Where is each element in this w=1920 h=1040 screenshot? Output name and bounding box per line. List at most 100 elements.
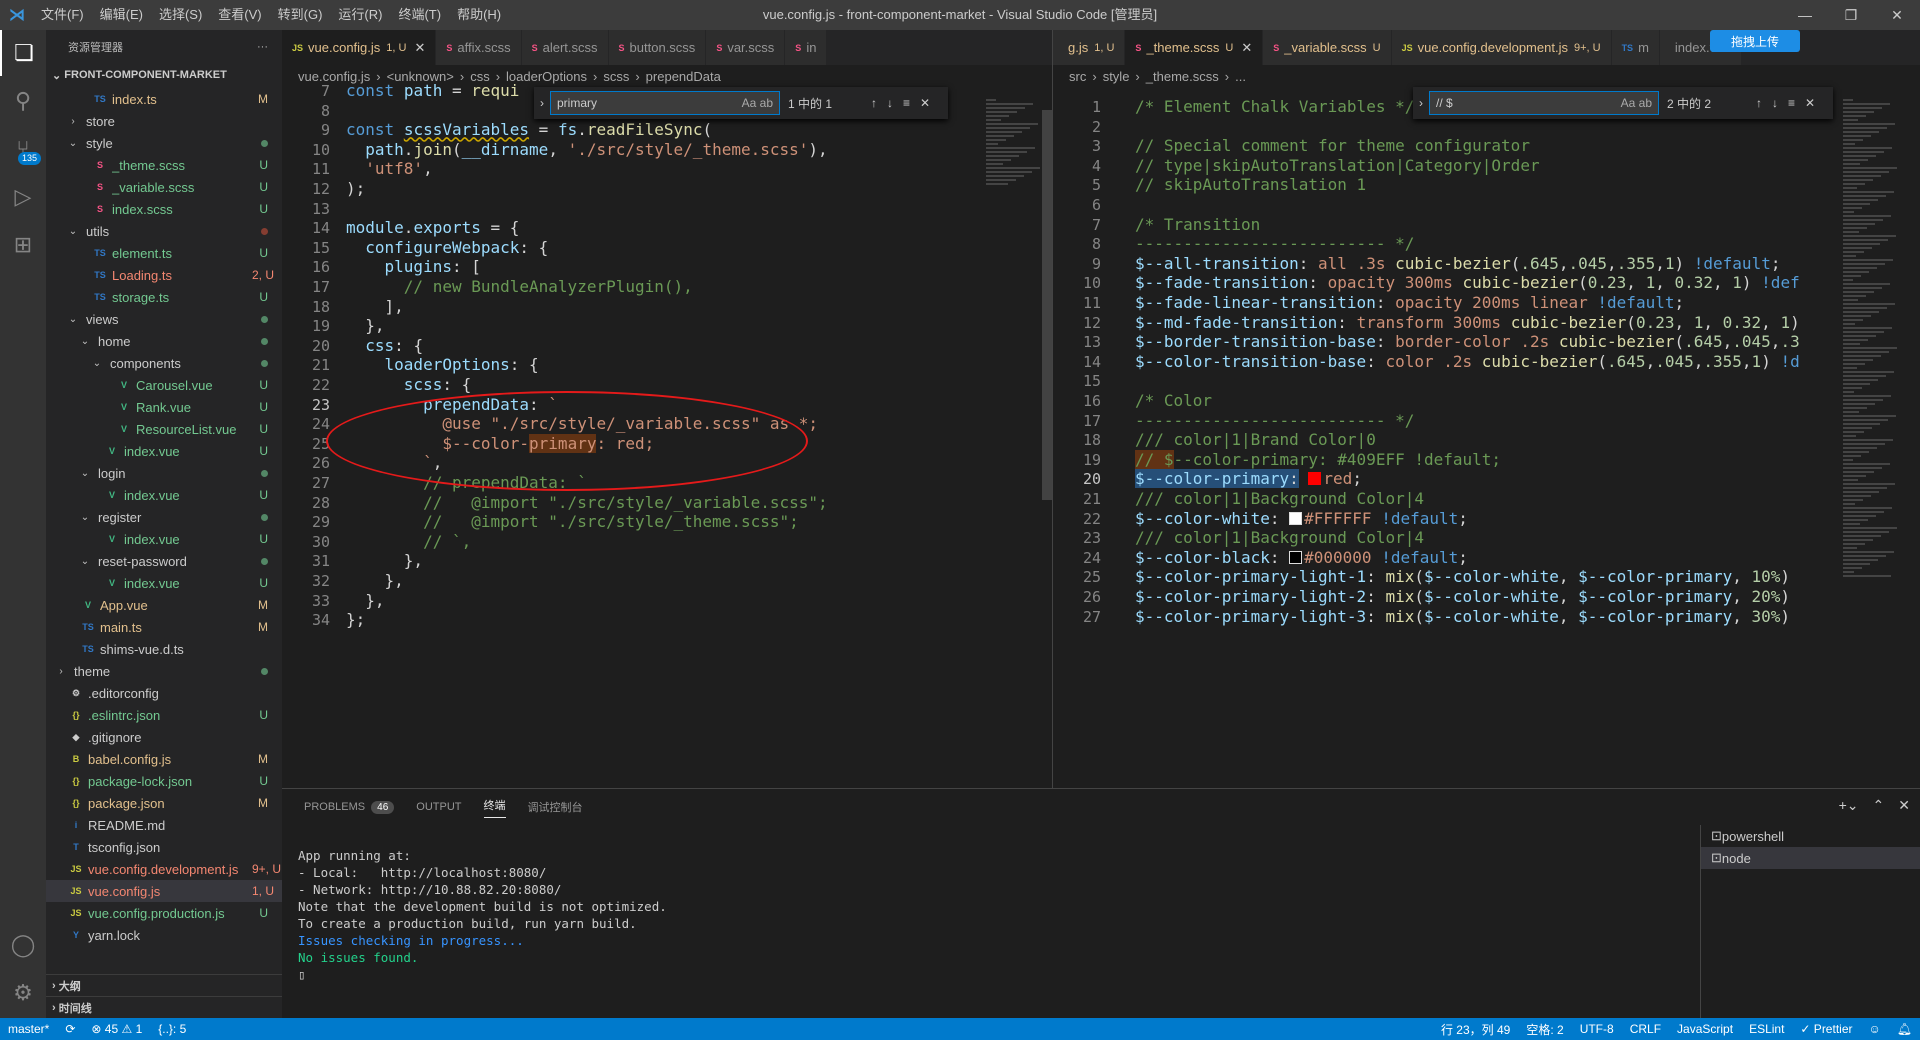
explorer-icon[interactable]: ❏ <box>0 30 46 76</box>
terminal-output[interactable]: App running at: - Local: http://localhost… <box>298 847 667 983</box>
encoding-status[interactable]: UTF-8 <box>1572 1022 1622 1036</box>
editor-tab[interactable]: Sbutton.scss <box>608 30 707 65</box>
file-tree-item[interactable]: ⌄ components <box>46 352 282 374</box>
file-tree-item[interactable]: Ttsconfig.json <box>46 836 282 858</box>
file-tree-item[interactable]: TS element.ts U <box>46 242 282 264</box>
outline-section[interactable]: › 大纲 <box>46 974 282 996</box>
terminal-instance[interactable]: ⊡ powershell <box>1701 825 1920 847</box>
file-tree-item[interactable]: TS Loading.ts 2, U <box>46 264 282 286</box>
left-scrollbar[interactable] <box>1042 110 1052 500</box>
breadcrumb-item[interactable]: _theme.scss <box>1146 69 1219 84</box>
braces-status[interactable]: {..}: 5 <box>150 1022 194 1036</box>
settings-gear-icon[interactable]: ⚙ <box>0 970 46 1016</box>
file-tree-item[interactable]: ⌄ style <box>46 132 282 154</box>
language-status[interactable]: JavaScript <box>1669 1022 1741 1036</box>
file-tree-item[interactable]: TS shims-vue.d.ts <box>46 638 282 660</box>
file-tree-item[interactable]: JS vue.config.js 1, U <box>46 880 282 902</box>
menu-item[interactable]: 选择(S) <box>152 0 209 30</box>
editor-tab[interactable]: JS vue.config.development.js 9+, U <box>1391 30 1612 65</box>
file-tree-item[interactable]: {} .eslintrc.json U <box>46 704 282 726</box>
editor-tab[interactable]: JS vue.config.js 1, U ✕ <box>282 30 437 65</box>
close-icon[interactable]: ✕ <box>1874 0 1920 30</box>
file-tree-item[interactable]: {} package-lock.json U <box>46 770 282 792</box>
file-tree-item[interactable]: i README.md <box>46 814 282 836</box>
menu-item[interactable]: 编辑(E) <box>93 0 150 30</box>
tab-close-icon[interactable]: ✕ <box>1241 40 1252 56</box>
editor-tab[interactable]: Salert.scss <box>521 30 609 65</box>
file-tree-item[interactable]: ⌄ home <box>46 330 282 352</box>
tab-output[interactable]: OUTPUT <box>416 801 461 813</box>
file-tree-item[interactable]: V Carousel.vue U <box>46 374 282 396</box>
breadcrumb-item[interactable]: prependData <box>646 69 721 84</box>
file-tree-item[interactable]: Vindex.vue U <box>46 528 282 550</box>
file-tree-item[interactable]: ⌄ views <box>46 308 282 330</box>
menu-item[interactable]: 文件(F) <box>34 0 91 30</box>
file-tree-item[interactable]: › theme <box>46 660 282 682</box>
menu-item[interactable]: 查看(V) <box>211 0 268 30</box>
menu-item[interactable]: 帮助(H) <box>450 0 508 30</box>
minimize-icon[interactable]: — <box>1782 0 1828 30</box>
workspace-root[interactable]: ⌄ FRONT-COMPONENT-MARKET <box>46 64 282 86</box>
search-icon[interactable]: ⚲ <box>0 78 46 124</box>
close-panel-icon[interactable]: ✕ <box>1898 797 1910 814</box>
file-tree-item[interactable]: ⌄ login <box>46 462 282 484</box>
file-tree-item[interactable]: V ResourceList.vue U <box>46 418 282 440</box>
tab-debug-console[interactable]: 调试控制台 <box>528 799 583 815</box>
file-tree-item[interactable]: ⚙ .editorconfig <box>46 682 282 704</box>
find-toggle-icon[interactable]: › <box>1419 96 1423 110</box>
file-tree-item[interactable]: V App.vue M <box>46 594 282 616</box>
prettier-status[interactable]: ✓ Prettier <box>1792 1022 1860 1036</box>
file-tree-item[interactable]: S _theme.scss U <box>46 154 282 176</box>
feedback-icon[interactable]: ☺ <box>1861 1022 1889 1036</box>
left-find-input[interactable]: primary Aa ab <box>550 91 780 115</box>
file-tree-item[interactable]: TS main.ts M <box>46 616 282 638</box>
right-code-area[interactable]: 1/* Element Chalk Variables */2 3// Speci… <box>1053 87 1920 788</box>
file-tree-item[interactable]: Vindex.vue U <box>46 484 282 506</box>
branch-status[interactable]: master* <box>0 1022 57 1036</box>
eol-status[interactable]: CRLF <box>1622 1022 1669 1036</box>
menu-item[interactable]: 运行(R) <box>331 0 389 30</box>
left-code-area[interactable]: 7 const path = requi 8 9 const scssVariables… <box>282 81 1052 788</box>
file-tree-item[interactable]: ⌄ reset-password <box>46 550 282 572</box>
file-tree-item[interactable]: Bbabel.config.js M <box>46 748 282 770</box>
menu-item[interactable]: 转到(G) <box>271 0 330 30</box>
breadcrumb-item[interactable]: src <box>1069 69 1086 84</box>
sync-icon[interactable]: ⟳ <box>57 1022 83 1036</box>
breadcrumb-item[interactable]: ... <box>1235 69 1246 84</box>
restore-icon[interactable]: ❐ <box>1828 0 1874 30</box>
notifications-icon[interactable]: 🔔︎ <box>1889 1022 1920 1036</box>
editor-tab[interactable]: S _theme.scss U ✕ <box>1125 30 1264 65</box>
run-debug-icon[interactable]: ▷ <box>0 174 46 220</box>
timeline-section[interactable]: › 时间线 <box>46 996 282 1018</box>
problems-status[interactable]: ⊗ 45 ⚠ 1 <box>83 1022 150 1036</box>
terminal-instance[interactable]: ⊡ node <box>1701 847 1920 869</box>
tab-problems[interactable]: PROBLEMS 46 <box>304 801 395 814</box>
find-nav-icons[interactable]: ↑↓≡✕ <box>1756 96 1825 110</box>
more-actions-icon[interactable]: ··· <box>257 41 268 53</box>
cursor-position[interactable]: 行 23，列 49 <box>1433 1021 1518 1038</box>
match-case-icon[interactable]: Aa ab <box>1621 96 1652 110</box>
file-tree-item[interactable]: {} package.json M <box>46 792 282 814</box>
right-minimap[interactable] <box>1839 87 1911 788</box>
file-tree-item[interactable]: Sindex.scss U <box>46 198 282 220</box>
new-terminal-icon[interactable]: +⌄ <box>1839 797 1859 814</box>
file-tree-item[interactable]: JS vue.config.production.js U <box>46 902 282 924</box>
file-tree-item[interactable]: ◆ .gitignore <box>46 726 282 748</box>
upload-button[interactable]: 拖拽上传 <box>1710 30 1800 52</box>
file-tree-item[interactable]: S _variable.scss U <box>46 176 282 198</box>
find-nav-icons[interactable]: ↑↓≡✕ <box>871 96 940 110</box>
file-tree-item[interactable]: TS storage.ts U <box>46 286 282 308</box>
file-tree-item[interactable]: V Rank.vue U <box>46 396 282 418</box>
editor-tab[interactable]: S _variable.scss U <box>1263 30 1392 65</box>
file-tree-item[interactable]: Yyarn.lock <box>46 924 282 946</box>
source-control-icon[interactable]: ⑂ 135 <box>0 126 46 172</box>
eslint-status[interactable]: ESLint <box>1741 1022 1792 1036</box>
left-minimap[interactable] <box>982 87 1040 788</box>
find-toggle-icon[interactable]: › <box>540 96 544 110</box>
account-icon[interactable]: ◯ <box>0 922 46 968</box>
editor-tab[interactable]: Sin <box>785 30 828 65</box>
editor-tab[interactable]: TS m <box>1611 30 1660 65</box>
file-tree-item[interactable]: TS index.ts M <box>46 88 282 110</box>
editor-tab[interactable]: Saffix.scss <box>436 30 522 65</box>
file-tree-item[interactable]: Vindex.vue U <box>46 572 282 594</box>
